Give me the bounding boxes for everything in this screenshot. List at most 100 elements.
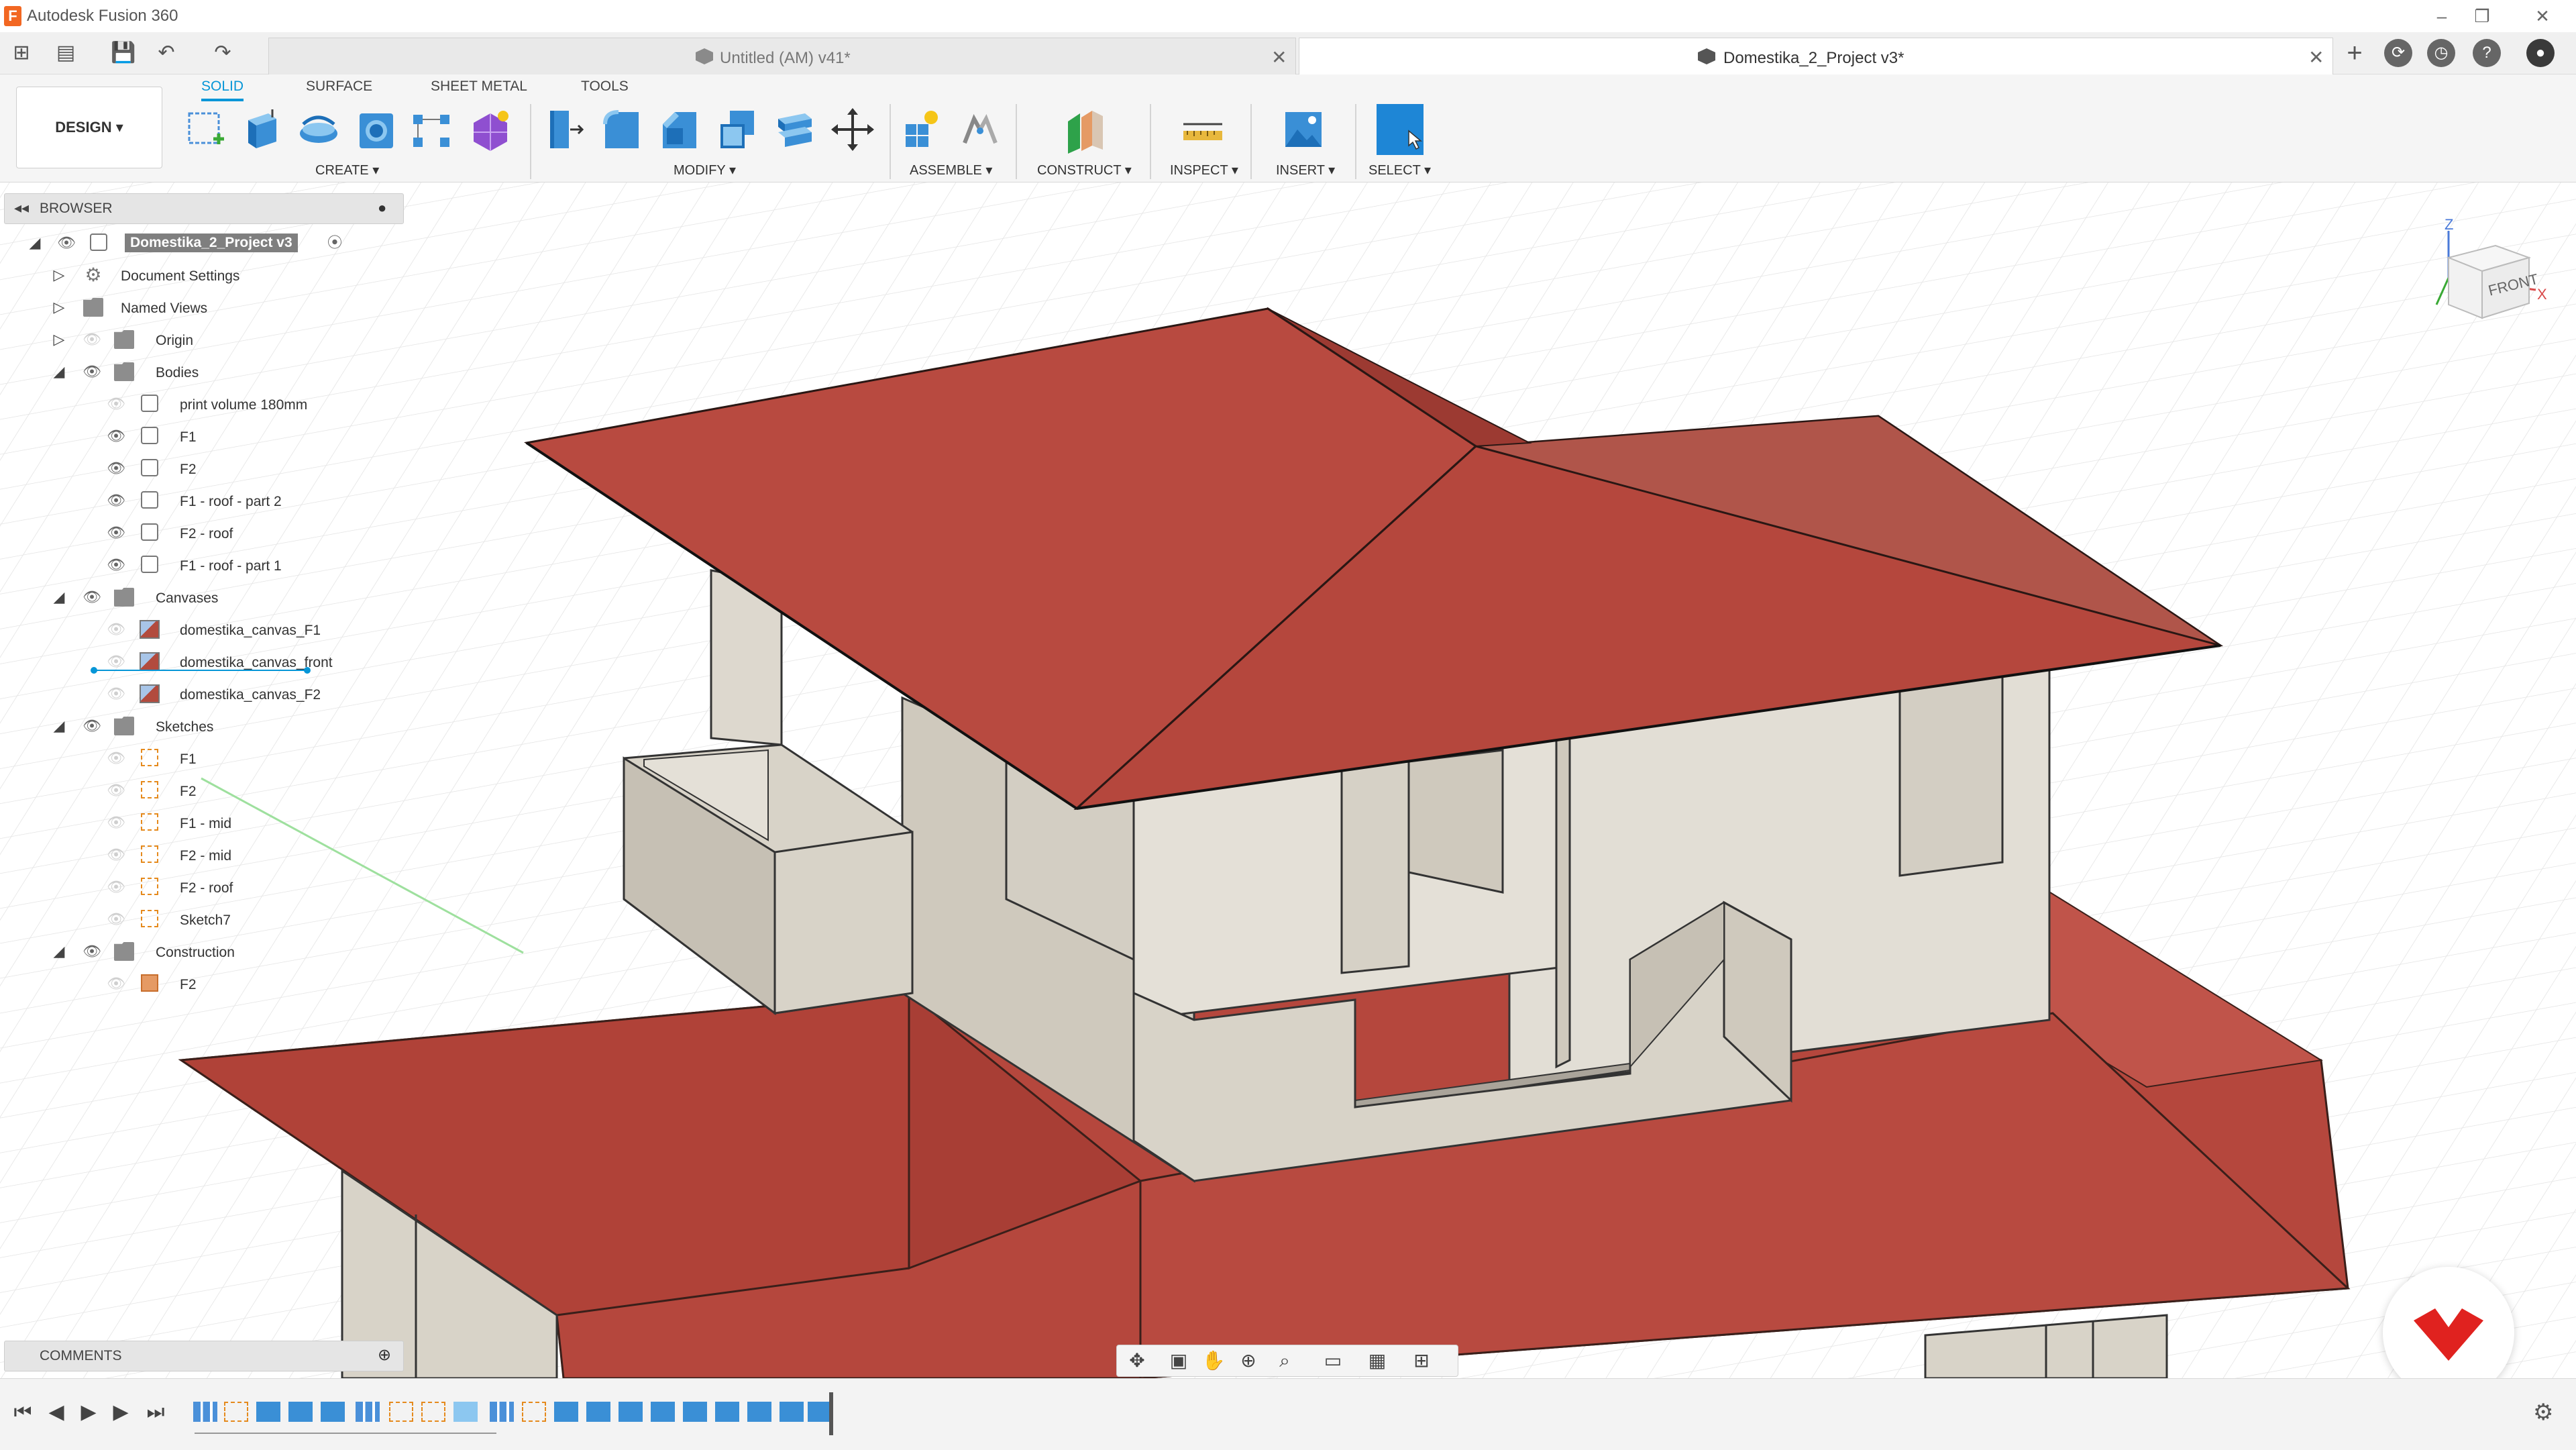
grid-icon[interactable]: ⊞ xyxy=(8,40,35,66)
extension-icon[interactable]: ⟳ xyxy=(2384,39,2412,67)
tab-close-icon[interactable]: ✕ xyxy=(1271,46,1287,68)
revolve-icon[interactable] xyxy=(295,104,342,155)
expand-arrow-icon[interactable]: ▷ xyxy=(51,299,67,315)
timeline-canvas-group[interactable] xyxy=(193,1402,217,1422)
body-f1[interactable]: 👁 F1 xyxy=(0,421,389,451)
browser-item-named-views[interactable]: ▷ Named Views xyxy=(0,293,389,322)
sketch-f2-mid[interactable]: 👁 F2 - mid xyxy=(0,840,389,870)
minimize-button[interactable]: – xyxy=(2422,3,2462,30)
collapse-arrow-icon[interactable]: ◢ xyxy=(51,718,67,734)
save-icon[interactable]: 💾 xyxy=(110,40,137,66)
timeline-sketch[interactable] xyxy=(389,1402,413,1422)
grid-settings-icon[interactable]: ▦ xyxy=(1362,1349,1392,1372)
eye-icon[interactable]: 👁 xyxy=(106,622,126,637)
timeline-extrude[interactable] xyxy=(780,1402,804,1422)
insert-canvas-icon[interactable] xyxy=(1280,104,1327,155)
eye-icon[interactable]: 👁 xyxy=(106,461,126,476)
tab-solid[interactable]: SOLID xyxy=(201,79,244,101)
timeline-extrude[interactable] xyxy=(288,1402,313,1422)
eye-icon[interactable]: 👁 xyxy=(106,751,126,766)
eye-icon[interactable]: 👁 xyxy=(82,590,102,605)
canvas-f1[interactable]: 👁 domestika_canvas_F1 xyxy=(0,615,389,644)
tab-tools[interactable]: TOOLS xyxy=(581,79,629,95)
eye-icon[interactable]: 👁 xyxy=(82,944,102,959)
file-icon[interactable]: ▤ xyxy=(52,40,79,66)
timeline-sketch[interactable] xyxy=(224,1402,248,1422)
pattern-icon[interactable] xyxy=(409,104,456,155)
collapse-arrow-icon[interactable]: ◢ xyxy=(51,943,67,960)
viewports-icon[interactable]: ⊞ xyxy=(1407,1349,1436,1372)
display-settings-icon[interactable]: ▭ xyxy=(1318,1349,1348,1372)
timeline-extrude[interactable] xyxy=(554,1402,578,1422)
eye-icon[interactable]: 👁 xyxy=(82,364,102,379)
timeline-extrude[interactable] xyxy=(808,1402,832,1422)
sketch-7[interactable]: 👁 Sketch7 xyxy=(0,904,389,934)
timeline-canvas-group[interactable] xyxy=(490,1402,514,1422)
move-icon[interactable] xyxy=(829,104,876,155)
select-menu[interactable]: SELECT ▾ xyxy=(1368,162,1431,178)
canvas-f2[interactable]: 👁 domestika_canvas_F2 xyxy=(0,679,389,709)
fit-icon[interactable]: ⌕ xyxy=(1270,1349,1299,1372)
expand-arrow-icon[interactable]: ▷ xyxy=(51,267,67,283)
comments-panel[interactable]: COMMENTS ⊕ xyxy=(4,1341,404,1371)
construction-plane-f2[interactable]: 👁 F2 xyxy=(0,969,389,998)
chamfer-icon[interactable] xyxy=(656,104,703,155)
eye-icon[interactable]: 👁 xyxy=(106,558,126,572)
eye-icon[interactable]: 👁 xyxy=(106,429,126,444)
create-sketch-icon[interactable] xyxy=(182,104,229,155)
expand-arrow-icon[interactable]: ▷ xyxy=(51,331,67,348)
insert-menu[interactable]: INSERT ▾ xyxy=(1276,162,1335,178)
restore-button[interactable]: ❐ xyxy=(2462,3,2502,30)
help-icon[interactable]: ? xyxy=(2473,39,2501,67)
eye-icon[interactable]: 👁 xyxy=(106,847,126,862)
timeline-extrude[interactable] xyxy=(747,1402,771,1422)
tab-sheet-metal[interactable]: SHEET METAL xyxy=(431,79,527,95)
body-print-volume[interactable]: 👁 print volume 180mm xyxy=(0,389,389,419)
eye-icon[interactable]: 👁 xyxy=(106,525,126,540)
construct-menu[interactable]: CONSTRUCT ▾ xyxy=(1037,162,1132,178)
tab-untitled[interactable]: Untitled (AM) v41* ✕ xyxy=(268,38,1296,74)
last-step-icon[interactable]: ⏭ xyxy=(144,1399,168,1426)
browser-root[interactable]: ◢ 👁 Domestika_2_Project v3 ⦿ xyxy=(0,228,389,258)
add-comment-icon[interactable]: ⊕ xyxy=(378,1345,391,1365)
create-menu[interactable]: CREATE ▾ xyxy=(315,162,379,178)
extrude-icon[interactable] xyxy=(239,104,286,155)
timeline-extrude[interactable] xyxy=(651,1402,675,1422)
pin-icon[interactable]: ● xyxy=(378,199,386,217)
body-f2[interactable]: 👁 F2 xyxy=(0,454,389,483)
undo-icon[interactable]: ↶ xyxy=(153,40,180,66)
browser-item-bodies[interactable]: ◢ 👁 Bodies xyxy=(0,357,389,386)
timeline-extrude[interactable] xyxy=(619,1402,643,1422)
redo-icon[interactable]: ↷ xyxy=(209,40,236,66)
browser-item-construction[interactable]: ◢ 👁 Construction xyxy=(0,937,389,966)
press-pull-icon[interactable] xyxy=(541,104,588,155)
browser-item-origin[interactable]: ▷ 👁 Origin xyxy=(0,325,389,354)
eye-icon[interactable]: 👁 xyxy=(106,880,126,894)
tab-close-icon[interactable]: ✕ xyxy=(2308,46,2324,68)
canvas-front[interactable]: 👁 domestika_canvas_front xyxy=(0,647,389,676)
new-component-icon[interactable] xyxy=(899,104,946,155)
shell-icon[interactable] xyxy=(714,104,761,155)
select-icon[interactable] xyxy=(1377,104,1424,155)
workspace-design-button[interactable]: DESIGN ▾ xyxy=(16,87,162,168)
eye-icon[interactable]: 👁 xyxy=(56,236,76,250)
eye-icon[interactable]: 👁 xyxy=(106,397,126,411)
pan-icon[interactable]: ✋ xyxy=(1199,1349,1228,1372)
browser-item-canvases[interactable]: ◢ 👁 Canvases xyxy=(0,582,389,612)
clock-icon[interactable]: ◷ xyxy=(2427,39,2455,67)
timeline-sketch[interactable] xyxy=(522,1402,546,1422)
orbit-icon[interactable]: ✥ xyxy=(1122,1349,1152,1372)
zoom-icon[interactable]: ⊕ xyxy=(1234,1349,1263,1372)
eye-icon[interactable]: 👁 xyxy=(106,686,126,701)
body-f1-roof-part-2[interactable]: 👁 F1 - roof - part 2 xyxy=(0,486,389,515)
plus-icon[interactable]: + xyxy=(2341,40,2368,66)
avatar[interactable]: ● xyxy=(2526,39,2555,67)
sketch-f1-mid[interactable]: 👁 F1 - mid xyxy=(0,808,389,837)
eye-icon[interactable]: 👁 xyxy=(106,976,126,991)
look-at-icon[interactable]: ▣ xyxy=(1164,1349,1193,1372)
eye-icon[interactable]: 👁 xyxy=(106,783,126,798)
gear-icon[interactable]: ⚙ xyxy=(2533,1399,2553,1426)
modify-menu[interactable]: MODIFY ▾ xyxy=(674,162,736,178)
eye-icon[interactable]: 👁 xyxy=(82,719,102,733)
previous-step-icon[interactable]: ◀ xyxy=(44,1399,68,1426)
